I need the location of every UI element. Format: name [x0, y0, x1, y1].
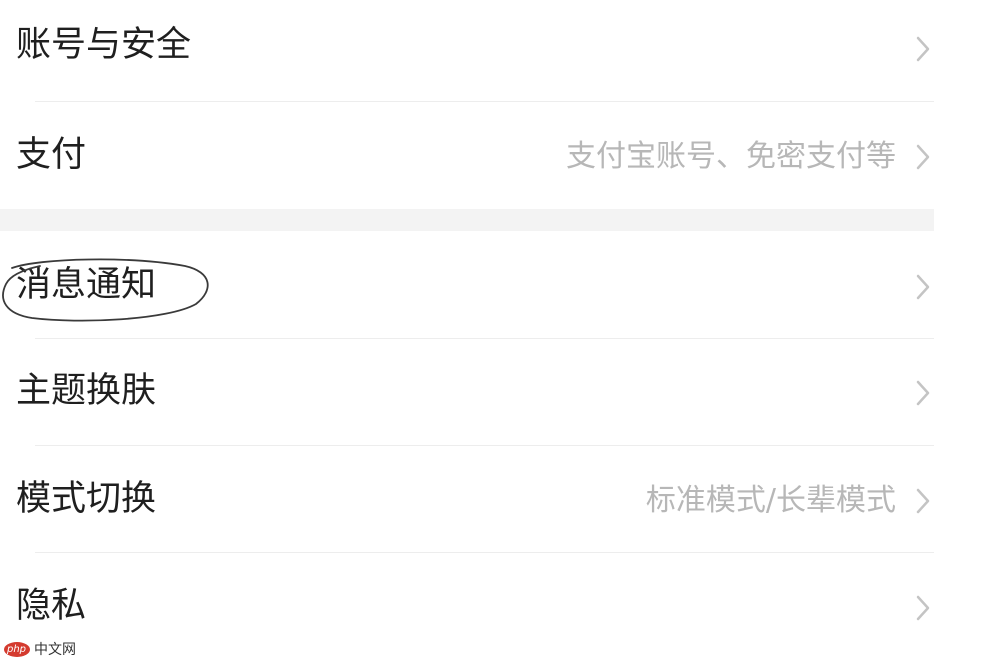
- chevron-right-icon: [916, 380, 930, 406]
- settings-item-payment[interactable]: 支付 支付宝账号、免密支付等: [0, 102, 934, 208]
- chevron-right-icon: [916, 36, 930, 62]
- settings-item-notifications[interactable]: 消息通知: [0, 231, 934, 338]
- settings-item-label: 账号与安全: [16, 25, 192, 65]
- settings-item-label: 模式切换: [16, 479, 157, 519]
- watermark-text: 中文网: [34, 642, 76, 658]
- php-logo-text: php: [7, 644, 27, 655]
- chevron-right-icon: [916, 274, 930, 300]
- settings-item-mode-switch[interactable]: 模式切换 标准模式/长辈模式: [0, 446, 934, 552]
- watermark: php 中文网: [4, 640, 94, 660]
- settings-item-value: 标准模式/长辈模式: [645, 483, 896, 518]
- settings-item-label: 隐私: [16, 586, 87, 626]
- chevron-right-icon: [916, 488, 930, 514]
- section-separator: [0, 209, 934, 231]
- settings-item-label: 消息通知: [16, 265, 157, 305]
- php-logo: php: [4, 642, 30, 657]
- chevron-right-icon: [916, 595, 930, 621]
- settings-item-account-security[interactable]: 账号与安全: [0, 0, 934, 100]
- settings-item-label: 主题换肤: [16, 371, 157, 411]
- settings-item-theme[interactable]: 主题换肤: [0, 339, 934, 445]
- settings-item-label: 支付: [16, 135, 87, 175]
- settings-item-privacy[interactable]: 隐私: [0, 553, 934, 661]
- chevron-right-icon: [916, 144, 930, 170]
- settings-item-value: 支付宝账号、免密支付等: [566, 139, 896, 174]
